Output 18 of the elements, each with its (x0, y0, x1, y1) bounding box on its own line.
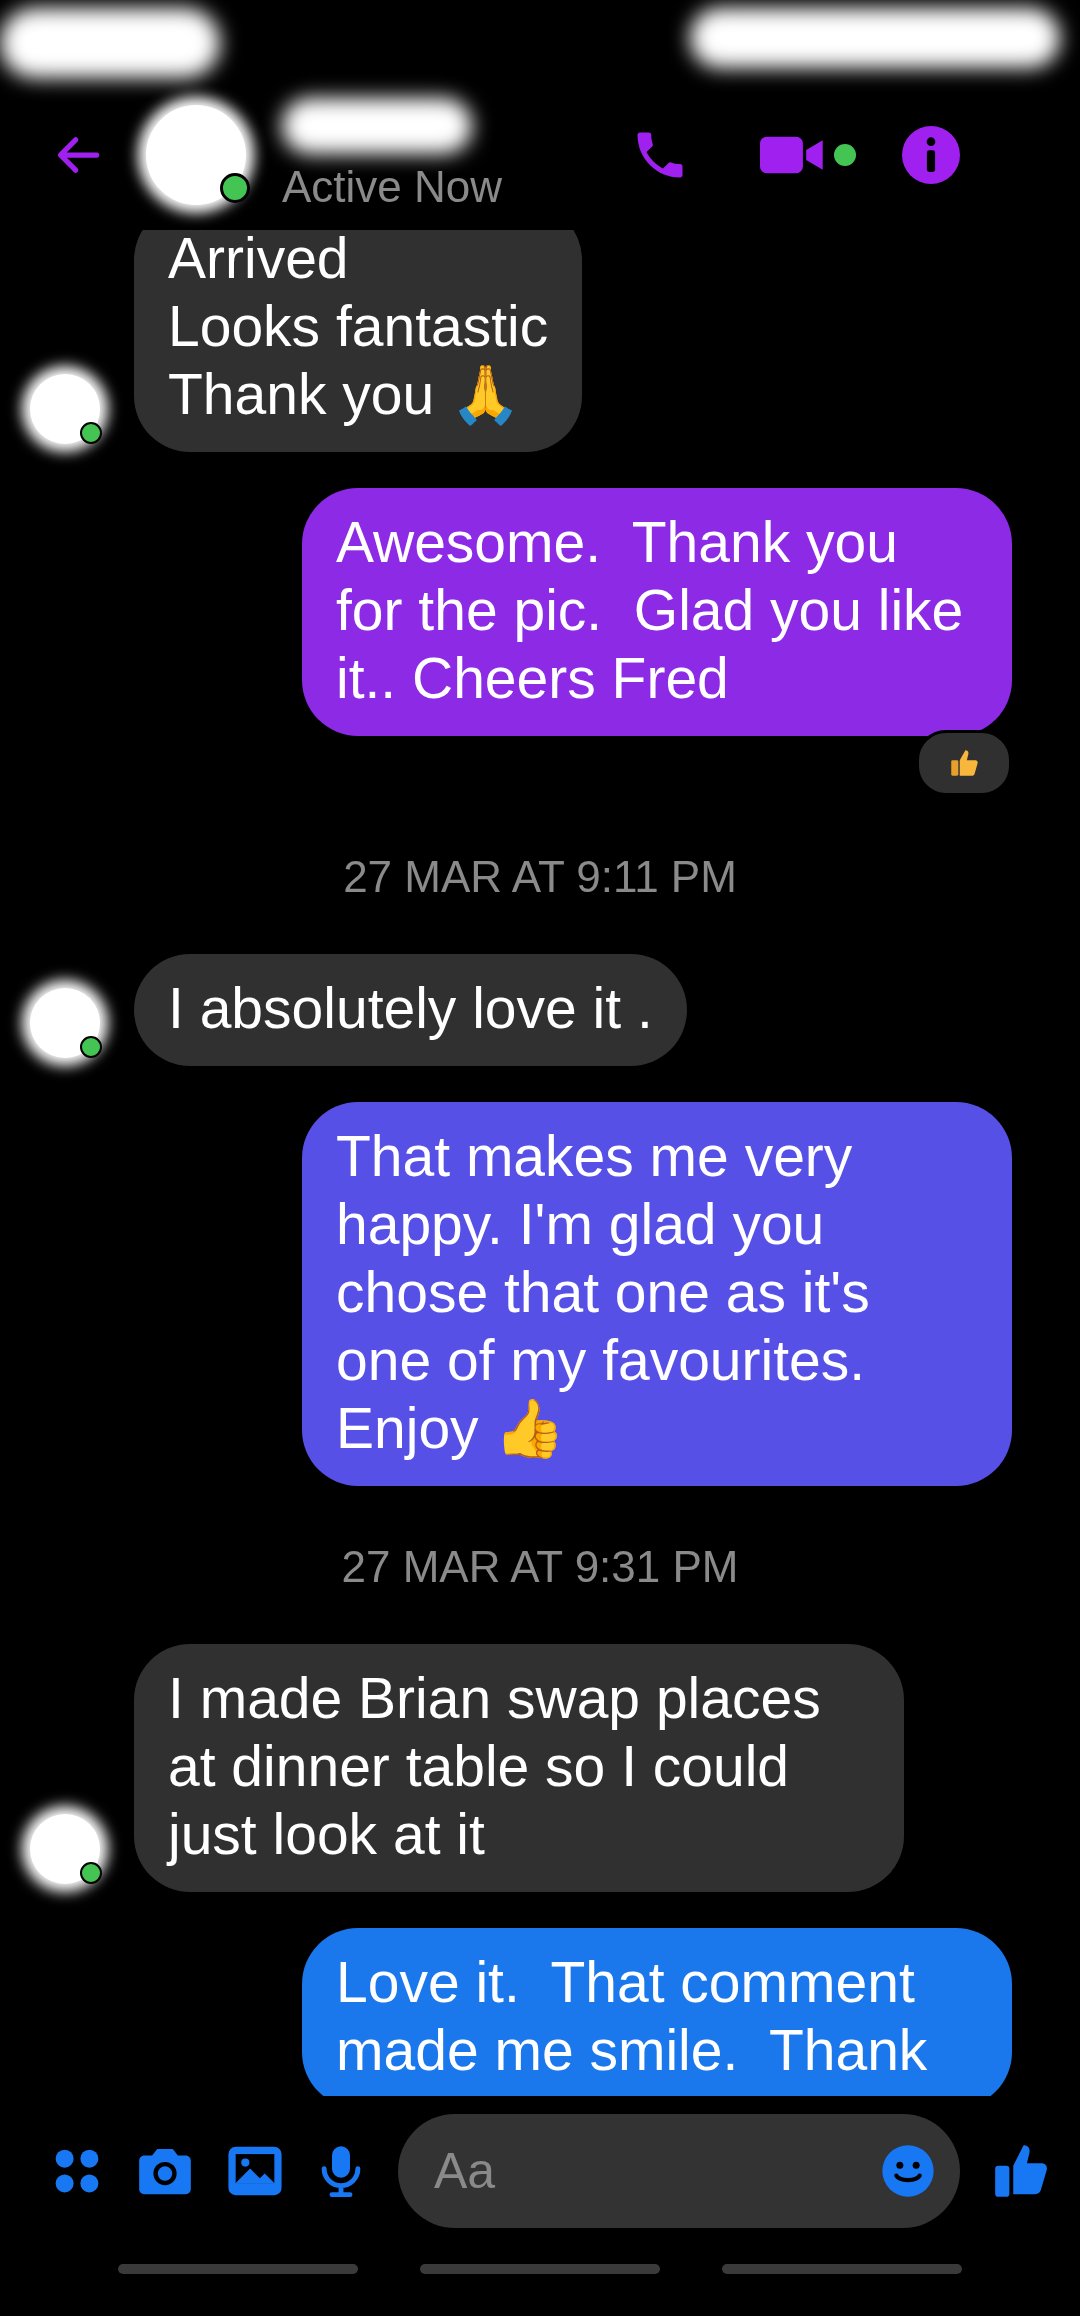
message-text: Love it. That comment made me smile. Thank (336, 1950, 929, 2082)
active-status: Active Now (282, 162, 504, 212)
message-input[interactable]: Aa (432, 2141, 880, 2201)
message-text: Awesome. Thank you for the pic. Glad you like it.. Cheers Fred (336, 510, 965, 710)
message-text: I absolutely love it . (168, 976, 653, 1040)
nav-handle[interactable] (118, 2264, 358, 2274)
message-text: Arrived Looks fantastic Thank you 🙏 (168, 230, 549, 426)
emoji-icon[interactable] (880, 2143, 936, 2199)
video-camera-icon[interactable] (760, 135, 826, 175)
nav-handle[interactable] (722, 2264, 962, 2274)
info-icon[interactable] (902, 126, 960, 184)
avatar[interactable] (146, 105, 246, 205)
timestamp: 27 MAR AT 9:11 PM (342, 852, 738, 902)
message-field[interactable]: Aa (398, 2114, 960, 2228)
timestamp: 27 MAR AT 9:31 PM (340, 1542, 740, 1592)
message-text: That makes me very happy. I'm glad you chose that one as it's one of my favourites. Enjoy 👍 (336, 1124, 871, 1460)
message-text: I made Brian swap places at dinner table so I could just look at it (168, 1666, 822, 1866)
nav-handle[interactable] (420, 2264, 660, 2274)
